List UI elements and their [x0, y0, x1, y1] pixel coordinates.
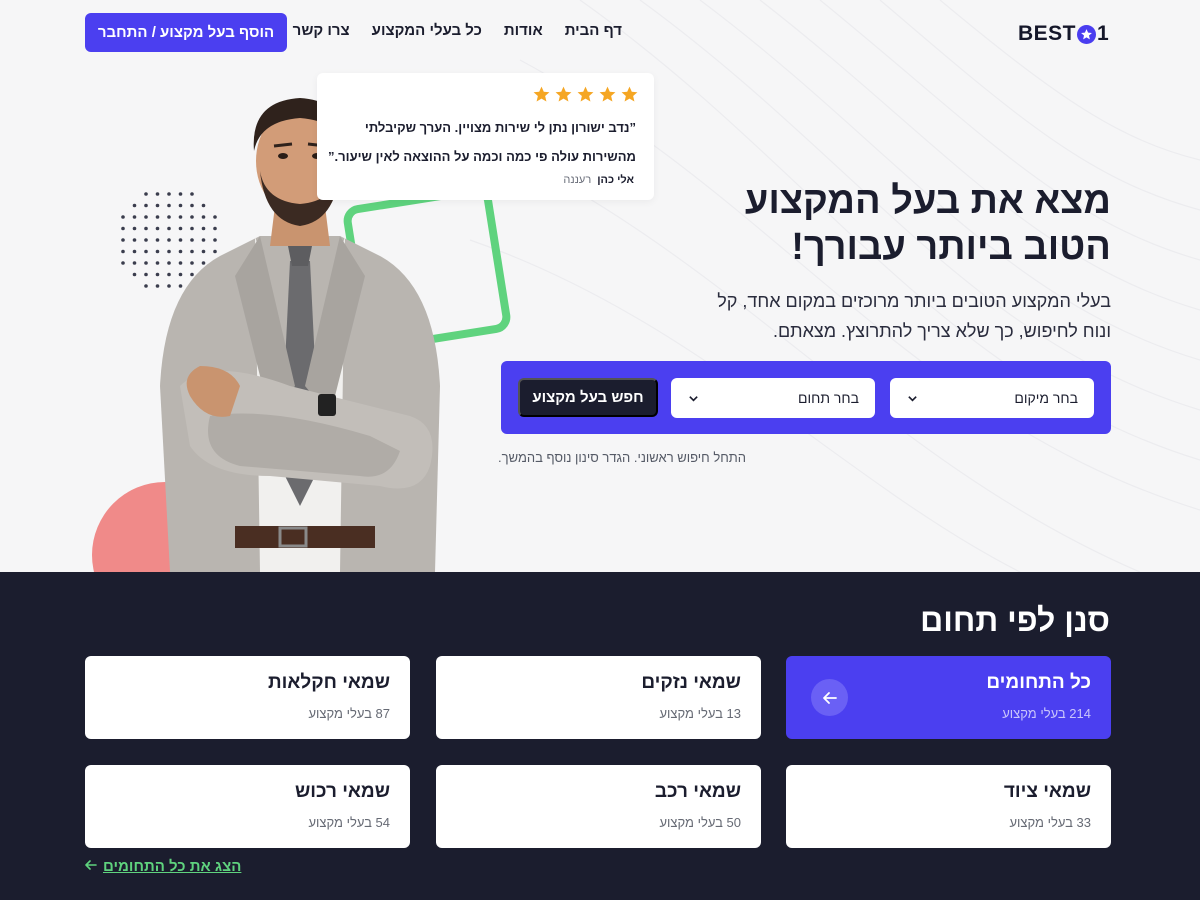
- logo-text-one: 1: [1097, 22, 1110, 45]
- logo-star-icon: [1077, 24, 1097, 44]
- category-card-damage[interactable]: שמאי נזקים 13 בעלי מקצוע: [436, 656, 761, 739]
- category-title: כל התחומים: [986, 672, 1091, 693]
- category-count: 214 בעלי מקצוע: [1002, 706, 1091, 721]
- star-icon: [577, 86, 594, 102]
- add-professional-login-button[interactable]: הוסף בעל מקצוע / התחבר: [85, 13, 287, 52]
- logo-text-best: BEST: [1018, 22, 1077, 45]
- star-icon: [555, 86, 572, 102]
- arrow-left-icon: [85, 858, 97, 875]
- category-count: 33 בעלי מקצוע: [1009, 815, 1091, 830]
- category-card-agriculture[interactable]: שמאי חקלאות 87 בעלי מקצוע: [85, 656, 410, 739]
- category-card-vehicle[interactable]: שמאי רכב 50 בעלי מקצוע: [436, 765, 761, 848]
- category-title: שמאי ציוד: [1003, 781, 1091, 802]
- arrow-left-icon[interactable]: [811, 679, 848, 716]
- search-professional-button[interactable]: חפש בעל מקצוע: [518, 378, 658, 417]
- search-hint: התחל חיפוש ראשוני. הגדר סינון נוסף בהמשך…: [498, 450, 746, 465]
- category-count: 87 בעלי מקצוע: [308, 706, 390, 721]
- category-title: שמאי רכוש: [295, 781, 390, 802]
- category-card-all[interactable]: כל התחומים 214 בעלי מקצוע: [786, 656, 1111, 739]
- star-icon: [533, 86, 550, 102]
- show-all-categories-link[interactable]: הצג את כל התחומים: [85, 858, 241, 875]
- hero-section: BEST 1 דף הבית אודות כל בעלי המקצוע צרו …: [0, 0, 1200, 572]
- logo[interactable]: BEST 1: [1018, 21, 1109, 47]
- category-card-equipment[interactable]: שמאי ציוד 33 בעלי מקצוע: [786, 765, 1111, 848]
- rating-stars: [532, 85, 639, 104]
- category-count: 13 בעלי מקצוע: [659, 706, 741, 721]
- star-icon: [621, 86, 638, 102]
- star-icon: [599, 86, 616, 102]
- main-nav: דף הבית אודות כל בעלי המקצוע צרו קשר: [293, 22, 622, 39]
- hero-title: מצא את בעל המקצוע הטוב ביותר עבורך!: [744, 180, 1111, 268]
- nav-contact[interactable]: צרו קשר: [293, 22, 350, 39]
- testimonial-city: רעננה: [563, 174, 592, 186]
- chevron-down-icon: [906, 392, 918, 404]
- show-all-label: הצג את כל התחומים: [103, 858, 242, 875]
- nav-home[interactable]: דף הבית: [565, 22, 622, 39]
- location-select-label: בחר מיקום: [1014, 390, 1078, 406]
- category-count: 50 בעלי מקצוע: [659, 815, 741, 830]
- testimonial-meta: אלי כהן רעננה: [563, 174, 634, 186]
- category-card-property[interactable]: שמאי רכוש 54 בעלי מקצוע: [85, 765, 410, 848]
- testimonial-author: אלי כהן: [597, 174, 634, 186]
- nav-all-professionals[interactable]: כל בעלי המקצוע: [372, 22, 482, 39]
- category-title: שמאי חקלאות: [268, 672, 390, 693]
- hero-subtitle: בעלי המקצוע הטובים ביותר מרוכזים במקום א…: [717, 291, 1111, 341]
- chevron-down-icon: [687, 392, 699, 404]
- location-select[interactable]: בחר מיקום: [890, 378, 1094, 418]
- category-select[interactable]: בחר תחום: [671, 378, 875, 418]
- category-select-label: בחר תחום: [798, 390, 859, 406]
- category-title: שמאי נזקים: [641, 672, 741, 693]
- testimonial-card: ”נדב ישורון נתן לי שירות מצויין. הערך שק…: [317, 73, 654, 200]
- categories-title: סנן לפי תחום: [920, 602, 1110, 638]
- search-bar: בחר מיקום בחר תחום חפש בעל מקצוע: [501, 361, 1111, 434]
- categories-section: סנן לפי תחום כל התחומים 214 בעלי מקצוע ש…: [0, 572, 1200, 900]
- testimonial-text: ”נדב ישורון נתן לי שירות מצויין. הערך שק…: [328, 120, 636, 164]
- category-title: שמאי רכב: [654, 781, 741, 802]
- category-count: 54 בעלי מקצוע: [308, 815, 390, 830]
- nav-about[interactable]: אודות: [504, 22, 543, 39]
